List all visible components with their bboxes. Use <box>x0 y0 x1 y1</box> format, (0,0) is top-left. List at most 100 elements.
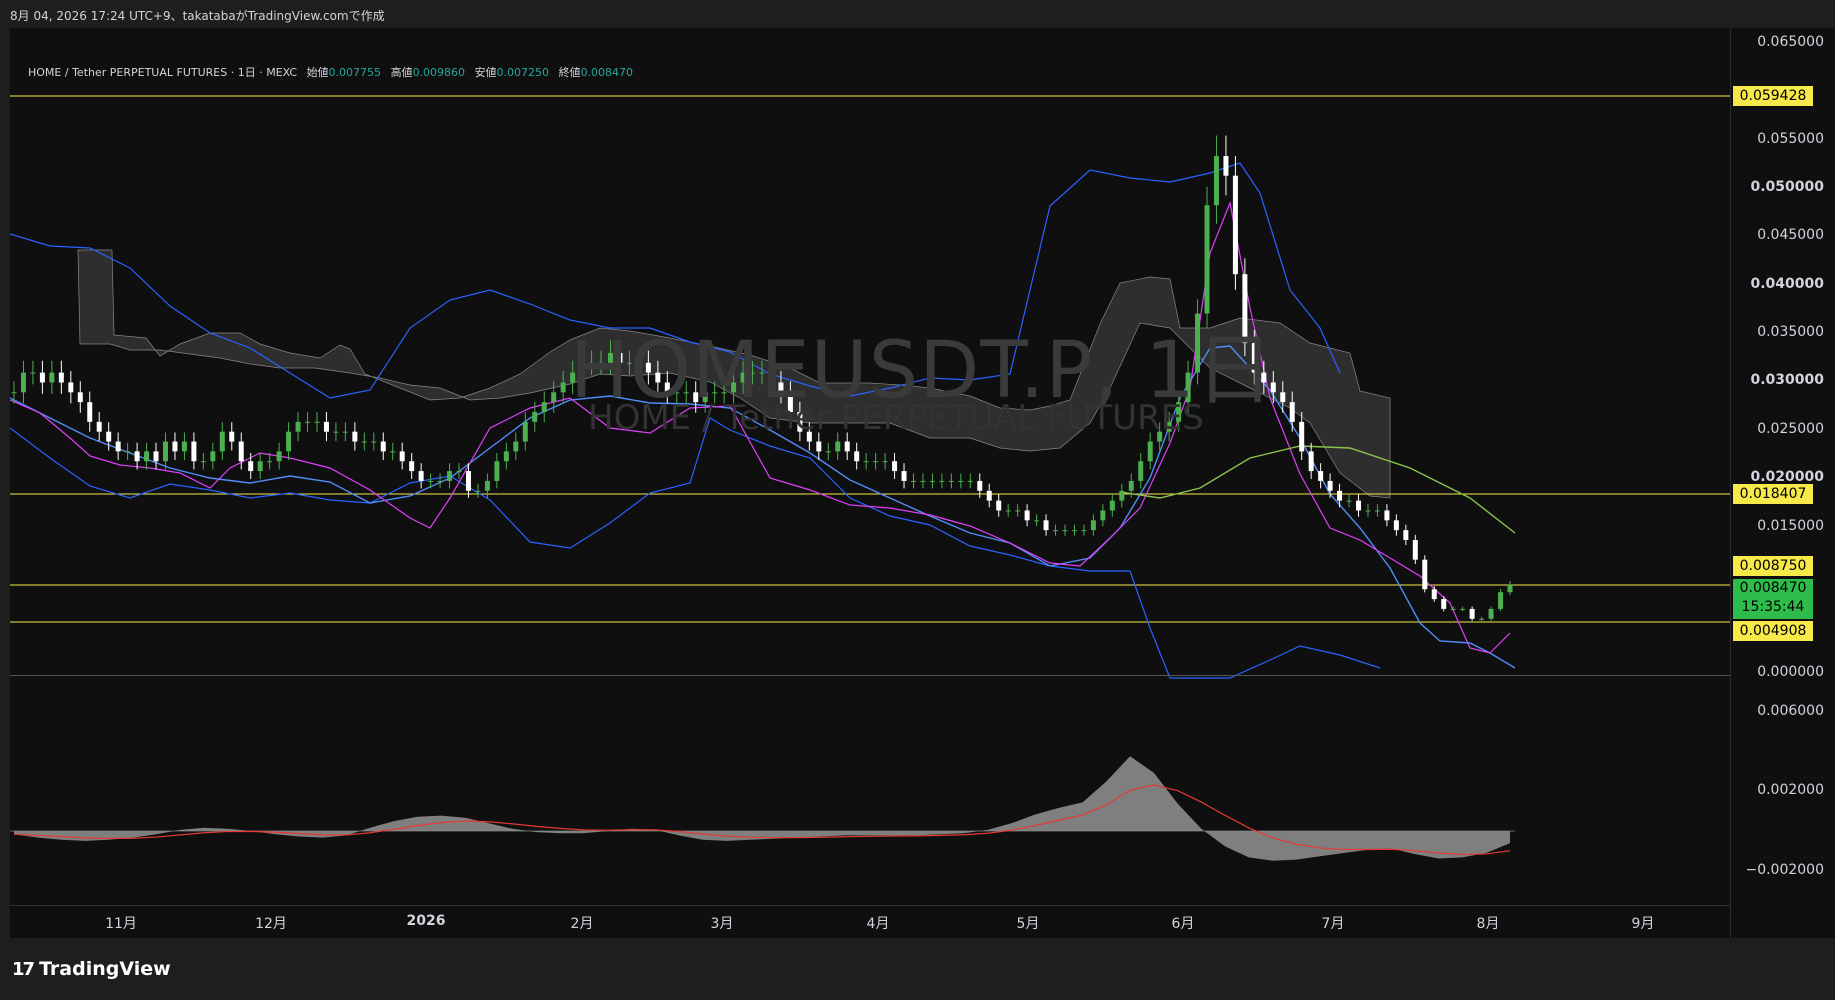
candle[interactable] <box>144 451 150 462</box>
macd-histogram[interactable] <box>14 756 1510 861</box>
candle[interactable] <box>1204 205 1210 314</box>
candle[interactable] <box>910 480 916 482</box>
candle[interactable] <box>513 441 519 452</box>
candle[interactable] <box>238 441 244 462</box>
candle[interactable] <box>1223 156 1229 176</box>
candle[interactable] <box>1498 592 1504 609</box>
candle[interactable] <box>825 451 831 453</box>
candle[interactable] <box>1365 510 1371 512</box>
candle[interactable] <box>1213 156 1219 206</box>
candle[interactable] <box>1289 402 1295 422</box>
candle[interactable] <box>1071 530 1077 532</box>
candle[interactable] <box>1346 500 1352 502</box>
candle[interactable] <box>920 480 926 482</box>
candle[interactable] <box>948 480 954 482</box>
candle[interactable] <box>371 441 377 443</box>
candle[interactable] <box>68 382 74 393</box>
candle[interactable] <box>882 461 888 463</box>
candle[interactable] <box>484 480 490 491</box>
candle[interactable] <box>939 480 945 482</box>
candle[interactable] <box>1308 451 1314 472</box>
price-level-label[interactable]: 0.059428 <box>1733 86 1813 106</box>
candle[interactable] <box>1232 175 1238 275</box>
candle[interactable] <box>447 471 453 481</box>
candle[interactable] <box>305 421 311 423</box>
candle[interactable] <box>96 421 102 432</box>
candle[interactable] <box>816 441 822 452</box>
candle[interactable] <box>39 372 45 383</box>
price-level-label[interactable]: 0.018407 <box>1733 484 1813 504</box>
candle[interactable] <box>428 480 434 482</box>
candle[interactable] <box>115 441 121 452</box>
candle[interactable] <box>1128 480 1134 491</box>
candle[interactable] <box>418 471 424 481</box>
candle[interactable] <box>106 431 112 442</box>
candle[interactable] <box>1469 608 1475 619</box>
candle[interactable] <box>1024 510 1030 521</box>
candle[interactable] <box>200 461 206 463</box>
candle[interactable] <box>153 451 159 462</box>
candle[interactable] <box>1138 461 1144 481</box>
candle[interactable] <box>892 461 898 472</box>
candle[interactable] <box>551 392 557 403</box>
candle[interactable] <box>1081 530 1087 532</box>
candle[interactable] <box>929 480 935 482</box>
candle[interactable] <box>835 441 841 452</box>
candle[interactable] <box>1393 520 1399 531</box>
candle[interactable] <box>49 372 55 383</box>
candle[interactable] <box>134 451 140 462</box>
candle[interactable] <box>532 412 538 422</box>
candle[interactable] <box>1062 530 1068 532</box>
candle[interactable] <box>1422 559 1428 590</box>
candle[interactable] <box>58 372 64 383</box>
price-level-label[interactable]: 0.004908 <box>1733 621 1813 641</box>
candle[interactable] <box>125 451 131 453</box>
candle[interactable] <box>854 451 860 462</box>
candle[interactable] <box>863 461 869 463</box>
candle[interactable] <box>1109 500 1115 511</box>
candle[interactable] <box>229 431 235 442</box>
candle[interactable] <box>1015 510 1021 512</box>
candle[interactable] <box>1034 520 1040 522</box>
candle[interactable] <box>248 461 254 472</box>
candle[interactable] <box>560 382 566 393</box>
candle[interactable] <box>1337 490 1343 501</box>
candle[interactable] <box>475 490 481 492</box>
candle[interactable] <box>1147 441 1153 462</box>
candle[interactable] <box>1356 500 1362 511</box>
candle[interactable] <box>77 392 83 403</box>
candle[interactable] <box>257 461 263 472</box>
candle[interactable] <box>1280 392 1286 403</box>
candle[interactable] <box>172 441 178 452</box>
candle[interactable] <box>390 451 396 453</box>
tradingview-logo[interactable]: 17 TradingView <box>12 958 171 980</box>
price-axis[interactable]: 0.065000 0.055000 0.050000 0.045000 0.04… <box>1730 28 1835 938</box>
candle[interactable] <box>1479 618 1485 620</box>
candle[interactable] <box>1053 530 1059 532</box>
candle[interactable] <box>1450 608 1456 610</box>
candle[interactable] <box>977 480 983 491</box>
candle[interactable] <box>456 471 462 473</box>
candle[interactable] <box>1119 490 1125 501</box>
pane-separator[interactable] <box>10 675 1730 676</box>
candle[interactable] <box>87 402 93 422</box>
candle[interactable] <box>11 392 17 394</box>
candle[interactable] <box>1384 510 1390 521</box>
candle[interactable] <box>20 372 26 393</box>
candle[interactable] <box>276 451 282 462</box>
candle[interactable] <box>352 431 358 442</box>
candle[interactable] <box>162 441 168 462</box>
candle[interactable] <box>1043 520 1049 531</box>
candle[interactable] <box>30 372 36 374</box>
chart-area[interactable]: HOME / Tether PERPETUAL FUTURES · 1日 · M… <box>10 28 1730 938</box>
candle[interactable] <box>409 461 415 472</box>
candle[interactable] <box>873 461 879 463</box>
candle[interactable] <box>1090 520 1096 531</box>
candle[interactable] <box>844 441 850 452</box>
candle[interactable] <box>958 480 964 482</box>
candle[interactable] <box>1403 530 1409 540</box>
candle[interactable] <box>219 431 225 452</box>
candle[interactable] <box>210 451 216 462</box>
candle[interactable] <box>399 451 405 462</box>
price-level-label[interactable]: 0.008750 <box>1733 556 1813 576</box>
